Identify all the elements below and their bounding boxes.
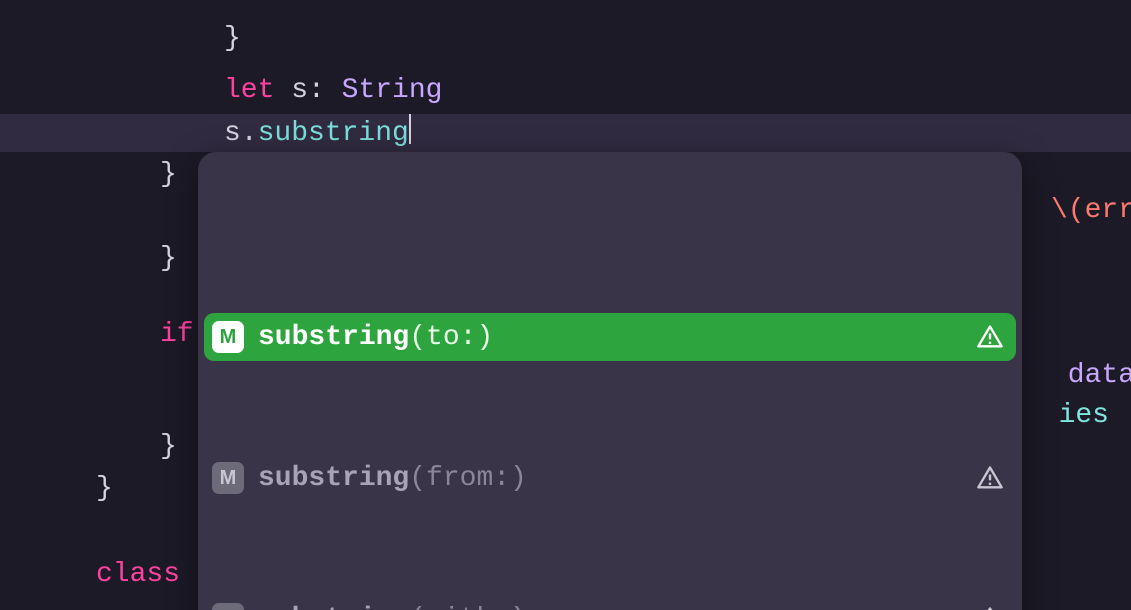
brace: } [160, 431, 177, 462]
keyword-class: class [96, 559, 180, 590]
code-editor[interactable]: } let s: String s.substring } } if } } c… [0, 0, 1131, 610]
autocomplete-label: substring(from:) [258, 463, 962, 494]
code-fragment: \(err [1051, 195, 1131, 226]
method-badge: M [212, 462, 244, 494]
warning-icon [976, 464, 1004, 492]
autocomplete-item-substring-with[interactable]: M substring(with:) [204, 595, 1016, 610]
autocomplete-item-substring-to[interactable]: M substring(to:) [204, 313, 1016, 361]
brace: } [160, 243, 177, 274]
method-badge: M [212, 603, 244, 610]
identifier: s. [224, 118, 258, 149]
method-call: substring [258, 118, 409, 149]
identifier: s: [274, 75, 341, 106]
autocomplete-item-substring-from[interactable]: M substring(from:) [204, 454, 1016, 502]
code-active-line[interactable]: s.substring [0, 114, 1131, 152]
type-string: String [342, 75, 443, 106]
autocomplete-label: substring(to:) [258, 322, 962, 353]
method-badge: M [212, 321, 244, 353]
brace: } [160, 159, 177, 190]
autocomplete-list: M substring(to:) M substring(from:) M [198, 214, 1022, 610]
text-cursor [409, 114, 411, 144]
autocomplete-popup: M substring(to:) M substring(from:) M [198, 152, 1022, 610]
warning-icon [976, 323, 1004, 351]
autocomplete-label: substring(with:) [258, 604, 962, 610]
keyword-if: if [160, 319, 194, 350]
warning-icon [976, 605, 1004, 610]
code-line: let s: String [0, 72, 1131, 110]
code-line: } [0, 20, 1131, 58]
keyword-let: let [224, 75, 274, 106]
brace: } [96, 473, 113, 504]
brace: } [224, 23, 241, 54]
code-fragment: ies [1059, 400, 1109, 431]
code-fragment: data [1068, 360, 1131, 391]
